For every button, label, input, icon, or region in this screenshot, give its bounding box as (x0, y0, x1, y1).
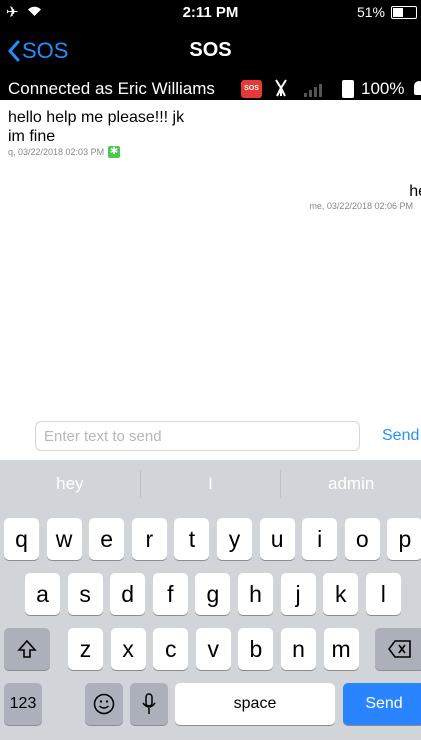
key-p[interactable]: p (387, 518, 421, 560)
message-text: hello help me please!!! jk im fine (8, 109, 185, 145)
key-c[interactable]: c (153, 628, 189, 670)
space-key[interactable]: space (175, 683, 335, 725)
key-t[interactable]: t (174, 518, 210, 560)
key-x[interactable]: x (110, 628, 146, 670)
key-q[interactable]: q (4, 518, 39, 560)
microphone-key-icon[interactable] (130, 683, 168, 725)
suggestion-item[interactable]: admin (281, 460, 421, 508)
key-m[interactable]: m (323, 628, 359, 670)
message-text: he (409, 183, 421, 200)
device-battery-percent: 100% (361, 79, 405, 98)
signal-strength-icon (304, 83, 322, 97)
key-s[interactable]: s (67, 573, 103, 615)
key-y[interactable]: y (217, 518, 252, 560)
numbers-key[interactable]: 123 (4, 683, 42, 725)
emoji-key-icon[interactable] (85, 683, 123, 725)
keyboard-send-key[interactable]: Send (343, 683, 421, 725)
key-f[interactable]: f (152, 573, 188, 615)
connection-status: Connected as Eric Williams (8, 79, 215, 98)
key-k[interactable]: k (323, 573, 359, 615)
shift-key-icon[interactable] (4, 628, 50, 670)
key-r[interactable]: r (131, 518, 167, 560)
device-battery-icon (342, 80, 354, 98)
message-input[interactable] (35, 421, 360, 451)
connection-bar: Connected as Eric Williams SOS 100% (0, 78, 421, 100)
delivered-check-icon: ✱ (108, 146, 121, 158)
battery-icon (391, 5, 417, 19)
key-b[interactable]: b (238, 628, 274, 670)
key-l[interactable]: l (365, 573, 401, 615)
suggestion-item[interactable]: hey (0, 460, 140, 508)
key-w[interactable]: w (46, 518, 82, 560)
page-title: SOS (189, 39, 232, 61)
key-i[interactable]: i (302, 518, 338, 560)
key-h[interactable]: h (238, 573, 273, 615)
key-j[interactable]: j (280, 573, 316, 615)
message-meta: me, 03/22/2018 02:06 PM (309, 201, 413, 211)
key-z[interactable]: z (68, 628, 103, 670)
bell-icon (414, 81, 421, 95)
message-outgoing: he me, 03/22/2018 02:06 PM (121, 183, 421, 211)
key-n[interactable]: n (281, 628, 316, 670)
message-incoming: hello help me please!!! jk im fine q, 03… (8, 108, 398, 158)
navigation-bar: SOS SOS (0, 24, 421, 78)
suggestion-item[interactable]: I (141, 460, 281, 508)
key-e[interactable]: e (89, 518, 125, 560)
key-d[interactable]: d (110, 573, 146, 615)
antenna-icon (274, 79, 288, 102)
key-u[interactable]: u (259, 518, 295, 560)
compose-bar: Send (0, 418, 421, 460)
send-button[interactable]: Send (382, 427, 419, 445)
sos-icon: SOS (241, 80, 262, 98)
message-meta: q, 03/22/2018 02:03 PM (8, 147, 105, 157)
key-o[interactable]: o (344, 518, 380, 560)
backspace-key-icon[interactable] (375, 628, 421, 670)
key-g[interactable]: g (195, 573, 231, 615)
key-a[interactable]: a (25, 573, 60, 615)
battery-percent: 51% (356, 4, 385, 20)
status-bar: ✈ 2:11 PM 51% (0, 0, 421, 24)
suggestion-bar: hey I admin (0, 460, 421, 508)
keyboard: hey I admin q w e r t y u i o p a s d f g h j k l z x c v b n m 12… (0, 460, 421, 740)
key-v[interactable]: v (195, 628, 231, 670)
